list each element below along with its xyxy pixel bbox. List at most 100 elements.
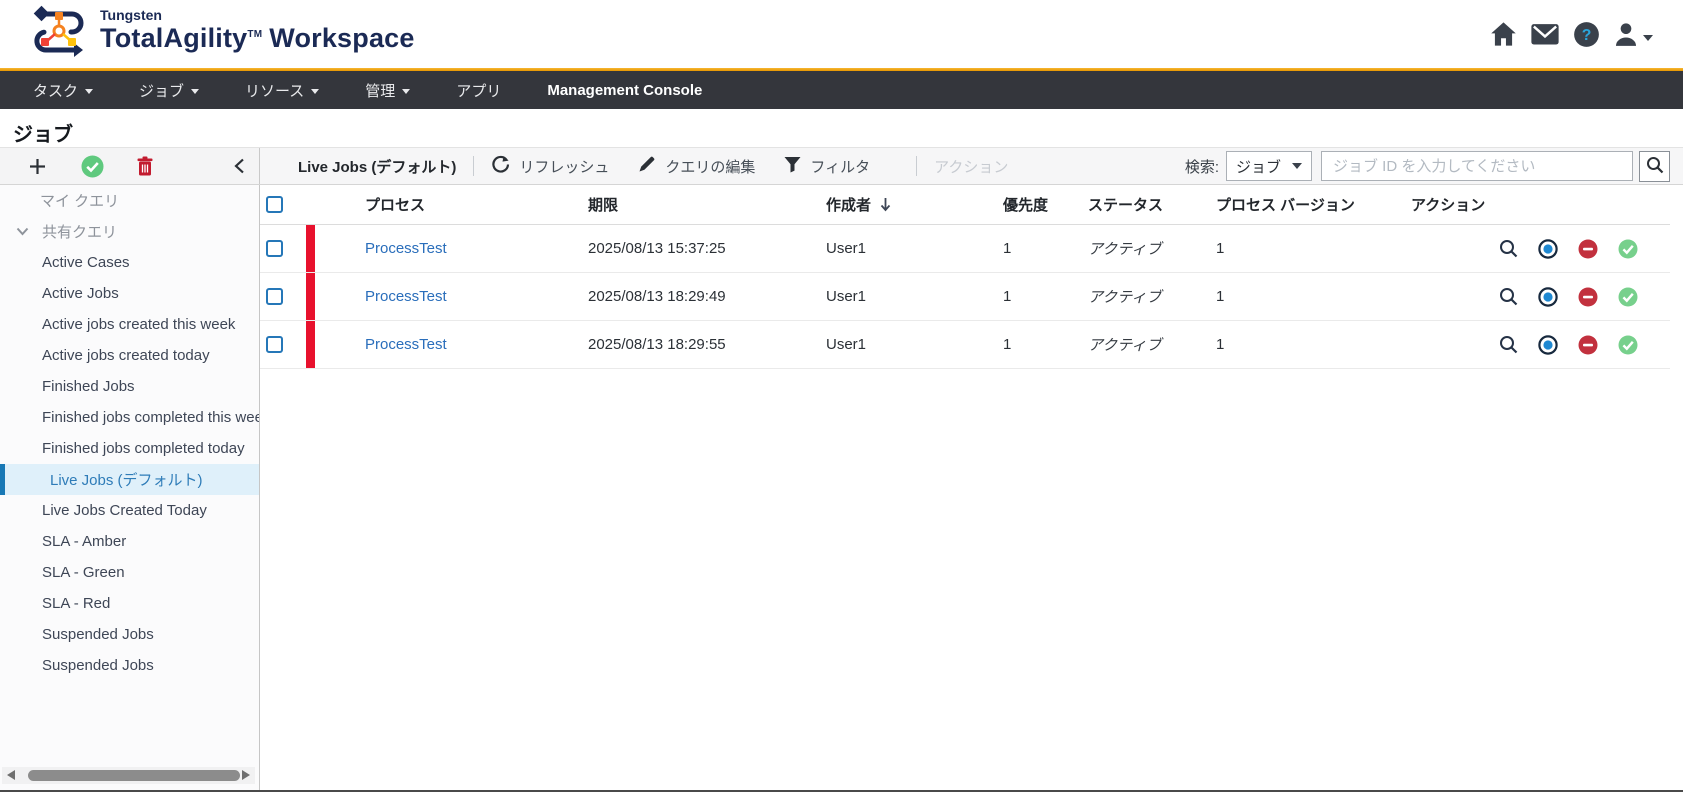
view-details-icon[interactable] xyxy=(1499,239,1518,258)
suspend-icon[interactable] xyxy=(1578,335,1598,355)
search-label: 検索: xyxy=(1184,158,1219,176)
column-header-version[interactable]: プロセス バージョン xyxy=(1203,194,1393,215)
row-checkbox[interactable] xyxy=(266,240,283,257)
nav-item-jobs[interactable]: ジョブ xyxy=(139,80,200,101)
save-query-button[interactable] xyxy=(81,155,104,178)
due-date: 2025/08/13 18:29:49 xyxy=(588,288,726,305)
scroll-left-arrow-icon[interactable] xyxy=(7,770,15,780)
process-link[interactable]: ProcessTest xyxy=(365,288,447,305)
sort-desc-icon xyxy=(880,197,891,212)
nav-item-resources[interactable]: リソース xyxy=(245,80,320,101)
app-header: Tungsten TotalAgilityTM Workspace ? xyxy=(0,0,1683,68)
brand-company: Tungsten xyxy=(100,6,162,23)
sidebar-item-active-jobs[interactable]: Active Jobs xyxy=(0,278,259,309)
complete-icon[interactable] xyxy=(1618,335,1638,355)
chevron-down-icon xyxy=(85,88,94,94)
status: アクティブ xyxy=(1088,289,1162,306)
totalagility-logo-icon xyxy=(28,4,90,65)
select-all-checkbox[interactable] xyxy=(266,196,283,213)
search-input[interactable] xyxy=(1321,151,1633,181)
sidebar-horizontal-scrollbar[interactable] xyxy=(2,767,255,784)
sidebar-item-suspended-jobs-2[interactable]: Suspended Jobs xyxy=(0,650,259,681)
sidebar-item-finished-jobs[interactable]: Finished Jobs xyxy=(0,371,259,402)
user-menu-caret-icon xyxy=(1643,35,1653,41)
brand-logo: Tungsten TotalAgilityTM Workspace xyxy=(28,4,415,65)
sidebar-item-suspended-jobs[interactable]: Suspended Jobs xyxy=(0,619,259,650)
column-header-creator[interactable]: 作成者 xyxy=(818,194,998,215)
sidebar-item-finished-jobs-completed-this-week[interactable]: Finished jobs completed this week xyxy=(0,402,259,433)
search-button[interactable] xyxy=(1639,150,1670,182)
filter-icon xyxy=(784,156,801,177)
row-action-group xyxy=(1393,286,1670,307)
sidebar-item-sla-green[interactable]: SLA - Green xyxy=(0,557,259,588)
search-icon xyxy=(1646,156,1664,177)
sidebar-item-active-jobs-created-today[interactable]: Active jobs created today xyxy=(0,340,259,371)
process-version: 1 xyxy=(1216,288,1225,305)
sidebar-item-live-jobs-default[interactable]: Live Jobs (デフォルト) xyxy=(0,464,259,495)
suspend-icon[interactable] xyxy=(1578,287,1598,307)
column-header-due[interactable]: 期限 xyxy=(573,194,818,215)
suspend-icon[interactable] xyxy=(1578,239,1598,259)
brand-product-line: TotalAgilityTM Workspace xyxy=(100,24,415,52)
activity-radio-icon[interactable] xyxy=(1538,286,1558,307)
complete-icon[interactable] xyxy=(1618,239,1638,259)
sidebar-item-active-jobs-created-this-week[interactable]: Active jobs created this week xyxy=(0,309,259,340)
sla-red-flag xyxy=(306,225,315,272)
nav-item-management-console[interactable]: Management Console xyxy=(547,82,702,99)
activity-radio-icon[interactable] xyxy=(1538,334,1558,355)
complete-icon[interactable] xyxy=(1618,287,1638,307)
view-details-icon[interactable] xyxy=(1499,335,1518,354)
brand-product: TotalAgility xyxy=(100,23,248,54)
row-checkbox[interactable] xyxy=(266,288,283,305)
due-date: 2025/08/13 15:37:25 xyxy=(588,240,726,257)
delete-query-button[interactable] xyxy=(136,156,154,177)
chevron-down-icon xyxy=(402,88,411,94)
scroll-right-arrow-icon[interactable] xyxy=(242,770,250,780)
column-header-status[interactable]: ステータス xyxy=(1083,194,1203,215)
toolbar-separator xyxy=(916,156,918,176)
table-row: ProcessTest 2025/08/13 18:29:49 User1 1 … xyxy=(260,273,1670,321)
nav-item-admin[interactable]: 管理 xyxy=(365,80,411,101)
priority: 1 xyxy=(1003,288,1012,305)
header-icon-group: ? xyxy=(1490,21,1653,48)
sidebar-item-sla-red[interactable]: SLA - Red xyxy=(0,588,259,619)
refresh-button[interactable]: リフレッシュ xyxy=(491,155,609,178)
inbox-icon[interactable] xyxy=(1530,21,1560,47)
filter-button[interactable]: フィルタ xyxy=(784,156,870,177)
nav-item-apps[interactable]: アプリ xyxy=(456,80,501,101)
view-details-icon[interactable] xyxy=(1499,287,1518,306)
sla-red-flag xyxy=(306,273,315,320)
process-link[interactable]: ProcessTest xyxy=(365,240,447,257)
column-header-process[interactable]: プロセス xyxy=(315,194,573,215)
nav-item-tasks[interactable]: タスク xyxy=(33,80,94,101)
activity-radio-icon[interactable] xyxy=(1538,238,1558,259)
column-header-actions: アクション xyxy=(1411,197,1486,214)
bottom-divider xyxy=(0,790,1683,792)
status: アクティブ xyxy=(1088,241,1162,258)
sidebar-group-shared-queries[interactable]: 共有クエリ xyxy=(0,216,259,247)
current-query-title: Live Jobs (デフォルト) xyxy=(298,158,457,176)
edit-query-button[interactable]: クエリの編集 xyxy=(638,155,755,177)
home-icon[interactable] xyxy=(1490,21,1517,47)
scrollbar-thumb[interactable] xyxy=(28,770,240,781)
help-icon[interactable]: ? xyxy=(1573,21,1600,48)
user-menu-icon[interactable] xyxy=(1613,21,1653,47)
creator: User1 xyxy=(826,288,867,305)
refresh-icon xyxy=(491,155,510,178)
sidebar-item-live-jobs-created-today[interactable]: Live Jobs Created Today xyxy=(0,495,259,526)
column-header-priority[interactable]: 優先度 xyxy=(998,194,1083,215)
main-nav: タスク ジョブ リソース 管理 アプリ Management Console xyxy=(0,71,1683,109)
sidebar-group-my-queries[interactable]: マイ クエリ xyxy=(0,185,259,216)
sidebar-item-finished-jobs-completed-today[interactable]: Finished jobs completed today xyxy=(0,433,259,464)
collapse-sidebar-button[interactable] xyxy=(234,158,245,174)
row-checkbox[interactable] xyxy=(266,336,283,353)
sidebar-item-sla-amber[interactable]: SLA - Amber xyxy=(0,526,259,557)
add-query-button[interactable] xyxy=(28,157,47,176)
chevron-down-icon xyxy=(191,88,200,94)
sidebar-item-active-cases[interactable]: Active Cases xyxy=(0,247,259,278)
process-link[interactable]: ProcessTest xyxy=(365,336,447,353)
brand-suffix: Workspace xyxy=(269,23,415,54)
table-row: ProcessTest 2025/08/13 18:29:55 User1 1 … xyxy=(260,321,1670,369)
actions-button[interactable]: アクション xyxy=(934,156,1008,177)
search-scope-select[interactable]: ジョブ xyxy=(1226,151,1312,181)
